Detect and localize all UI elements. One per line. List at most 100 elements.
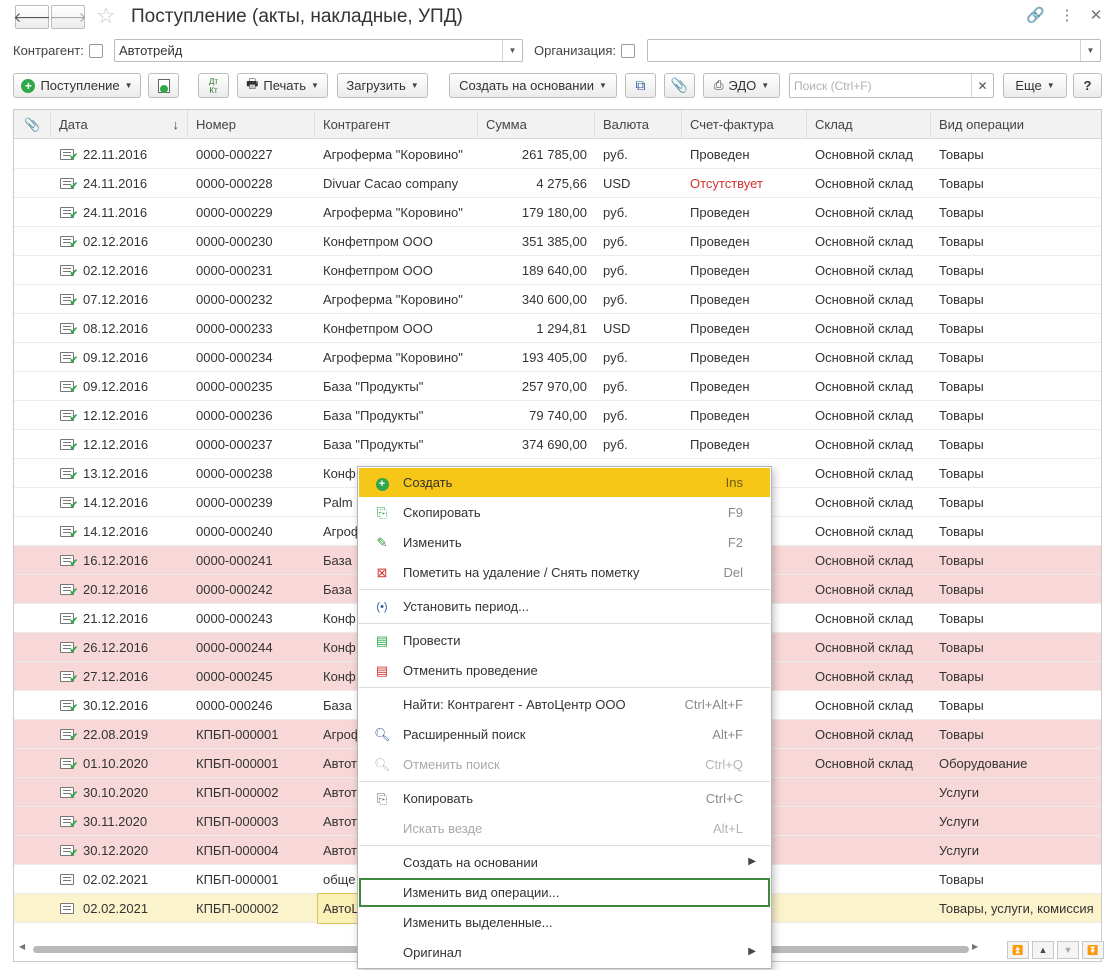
cell-warehouse: Основной склад: [815, 495, 913, 510]
menu-item-create-based-on[interactable]: Создать на основании ▶: [359, 848, 770, 877]
scroll-left-icon[interactable]: ◀: [19, 942, 25, 951]
receipt-create-button[interactable]: + Поступление ▼: [13, 73, 141, 98]
edo-button-label: ЭДО: [728, 78, 757, 93]
attachment-button[interactable]: 📎: [664, 73, 695, 98]
cell-date: 09.12.2016: [83, 379, 149, 394]
posted-document-icon: ✔: [60, 845, 78, 859]
back-button[interactable]: 🡐: [13, 5, 51, 29]
column-header-currency[interactable]: Валюта: [594, 110, 681, 139]
table-row[interactable]: ✔ 08.12.2016 0000-000233 Конфетпром ООО 1 29…: [14, 314, 1101, 343]
copy-button[interactable]: [148, 73, 179, 98]
menu-item-change-selected[interactable]: Изменить выделенные...: [359, 908, 770, 937]
more-button[interactable]: Еще ▼: [1003, 73, 1067, 98]
menu-item-label: Изменить вид операции...: [403, 885, 560, 900]
search-input[interactable]: Поиск (Ctrl+F) ✕: [789, 73, 994, 98]
column-header-warehouse[interactable]: Склад: [806, 110, 930, 139]
menu-item-unpost[interactable]: ▤ Отменить проведение: [359, 656, 770, 685]
cell-date: 22.08.2019: [83, 727, 149, 742]
table-row[interactable]: ✔ 24.11.2016 0000-000228 Divuar Cacao compa…: [14, 169, 1101, 198]
posted-document-icon: ✔: [60, 468, 78, 482]
go-first-button[interactable]: ⏫: [1007, 941, 1029, 959]
table-row[interactable]: ✔ 07.12.2016 0000-000232 Агроферма "Коровин…: [14, 285, 1101, 314]
go-up-button[interactable]: ▲: [1032, 941, 1054, 959]
menu-item-find-counterparty[interactable]: Найти: Контрагент - АвтоЦентр ООО Ctrl+A…: [359, 690, 770, 719]
column-header-sum[interactable]: Сумма: [477, 110, 594, 139]
table-row[interactable]: ✔ 09.12.2016 0000-000235 База "Продукты" 257…: [14, 372, 1101, 401]
forward-button[interactable]: 🡒: [49, 5, 87, 29]
close-icon[interactable]: ✕: [1087, 7, 1105, 25]
table-row[interactable]: ✔ 24.11.2016 0000-000229 Агроферма "Коровин…: [14, 198, 1101, 227]
organization-filter-checkbox[interactable]: [621, 44, 635, 58]
organization-filter-field[interactable]: ▼: [647, 39, 1101, 62]
clear-search-icon[interactable]: ✕: [971, 74, 993, 97]
go-down-button[interactable]: ▼: [1057, 941, 1079, 959]
go-last-button[interactable]: ⏬: [1082, 941, 1104, 959]
table-row[interactable]: ✔ 02.12.2016 0000-000231 Конфетпром ООО 189 …: [14, 256, 1101, 285]
menu-item-create[interactable]: + Создать Ins: [359, 468, 770, 497]
column-header-invoice[interactable]: Счет-фактура: [681, 110, 806, 139]
column-header-operation[interactable]: Вид операции: [930, 110, 1101, 139]
cell-operation: Товары: [939, 234, 984, 249]
counterparty-filter-checkbox[interactable]: [89, 44, 103, 58]
favorite-star-icon[interactable]: ☆: [96, 4, 116, 28]
table-row[interactable]: ✔ 12.12.2016 0000-000237 База "Продукты" 374…: [14, 430, 1101, 459]
link-icon[interactable]: 🔗: [1026, 7, 1045, 25]
menu-item-advanced-search[interactable]: 🔍︎ Расширенный поиск Alt+F: [359, 720, 770, 749]
cell-number: 0000-000237: [196, 437, 273, 452]
submenu-arrow-icon: ▶: [748, 856, 756, 867]
edo-button[interactable]: ⎙ ЭДО ▼: [703, 73, 780, 98]
menu-item-set-period[interactable]: (•) Установить период...: [359, 592, 770, 621]
menu-item-copy[interactable]: ⎘ Копировать Ctrl+C: [359, 784, 770, 813]
cell-operation: Товары: [939, 640, 984, 655]
attachment-column-icon[interactable]: 📎: [14, 110, 50, 139]
menu-item-post[interactable]: ▤ Провести: [359, 626, 770, 655]
cell-number: 0000-000241: [196, 553, 273, 568]
menu-item-mark-delete[interactable]: ⊠ Пометить на удаление / Снять пометку D…: [359, 558, 770, 587]
cell-date: 07.12.2016: [83, 292, 149, 307]
cell-date: 26.12.2016: [83, 640, 149, 655]
column-header-date[interactable]: Дата ↓: [50, 110, 187, 139]
menu-item-change-operation-type[interactable]: Изменить вид операции...: [359, 878, 770, 907]
cell-warehouse: Основной склад: [815, 234, 913, 249]
table-row[interactable]: ✔ 22.11.2016 0000-000227 Агроферма "Коровин…: [14, 140, 1101, 169]
cell-warehouse: [815, 778, 925, 807]
cell-number: 0000-000242: [196, 582, 273, 597]
scroll-right-icon[interactable]: ▶: [972, 942, 978, 951]
cell-sum: 4 275,66: [536, 176, 587, 191]
column-header-number[interactable]: Номер: [187, 110, 314, 139]
cell-date: 16.12.2016: [83, 553, 149, 568]
print-button[interactable]: 🖶 Печать ▼: [237, 73, 328, 98]
menu-item-search-everywhere: Искать везде Alt+L: [359, 814, 770, 843]
posted-document-icon: ✔: [60, 410, 78, 424]
cell-number: 0000-000240: [196, 524, 273, 539]
cell-invoice: Проведен: [690, 263, 750, 278]
dropdown-arrow-icon[interactable]: ▼: [1080, 40, 1100, 61]
document-icon: [60, 874, 74, 885]
table-row[interactable]: ✔ 02.12.2016 0000-000230 Конфетпром ООО 351 …: [14, 227, 1101, 256]
cell-date: 20.12.2016: [83, 582, 149, 597]
load-button[interactable]: Загрузить ▼: [337, 73, 428, 98]
counterparty-filter-field[interactable]: Автотрейд ▼: [114, 39, 523, 62]
more-vertical-icon[interactable]: ⋮: [1058, 7, 1076, 25]
help-button[interactable]: ?: [1073, 73, 1102, 98]
cell-date: 30.12.2020: [83, 843, 149, 858]
table-row[interactable]: ✔ 12.12.2016 0000-000236 База "Продукты" 79 …: [14, 401, 1101, 430]
column-header-counterparty[interactable]: Контрагент: [314, 110, 477, 139]
dtkt-button[interactable]: Дт Кт: [198, 73, 229, 98]
cell-currency: руб.: [603, 205, 628, 220]
cell-warehouse: Основной склад: [815, 437, 913, 452]
cell-invoice: Проведен: [690, 205, 750, 220]
dropdown-arrow-icon[interactable]: ▼: [502, 40, 522, 61]
structure-button[interactable]: ⧉: [625, 73, 656, 98]
cell-number: КПБП-000002: [196, 785, 279, 800]
cell-counterparty: База "Продукты": [323, 437, 424, 452]
create-based-on-button[interactable]: Создать на основании ▼: [449, 73, 617, 98]
menu-item-shortcut: Ins: [725, 475, 743, 490]
menu-item-copy-document[interactable]: ⎘ Скопировать F9: [359, 498, 770, 527]
table-row[interactable]: ✔ 09.12.2016 0000-000234 Агроферма "Коровин…: [14, 343, 1101, 372]
menu-item-original[interactable]: Оригинал ▶: [359, 938, 770, 967]
cell-date: 21.12.2016: [83, 611, 149, 626]
posted-document-icon: ✔: [60, 816, 78, 830]
chevron-down-icon: ▼: [410, 81, 419, 90]
menu-item-edit[interactable]: ✎ Изменить F2: [359, 528, 770, 557]
